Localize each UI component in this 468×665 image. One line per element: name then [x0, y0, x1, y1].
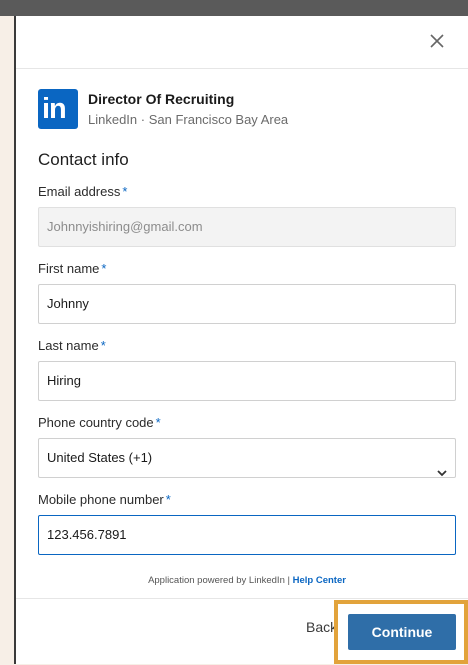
section-title: Contact info	[38, 150, 129, 169]
modal-content: in Director Of Recruiting LinkedIn · San…	[16, 89, 468, 586]
browser-top-bar	[0, 0, 468, 16]
help-center-link[interactable]: Help Center	[293, 575, 346, 586]
required-marker: *	[122, 184, 128, 199]
job-title: Director Of Recruiting	[88, 91, 235, 107]
job-subtitle: LinkedIn · San Francisco Bay Area	[88, 112, 289, 127]
background-strip	[0, 16, 12, 664]
job-info: Director Of Recruiting LinkedIn · San Fr…	[88, 89, 288, 127]
phone-country-code-label: Phone country code *	[38, 415, 468, 431]
first-name-label: First name *	[38, 261, 468, 277]
modal-header	[16, 16, 468, 69]
mobile-phone-label-text: Mobile phone number	[38, 492, 164, 507]
apply-modal: in Director Of Recruiting LinkedIn · San…	[14, 16, 468, 664]
powered-by-text: Application powered by LinkedIn | Help C…	[38, 575, 456, 586]
back-button[interactable]: Back	[306, 619, 337, 635]
company-logo: in	[38, 89, 78, 129]
close-icon[interactable]	[428, 32, 446, 50]
powered-by-label: Application powered by LinkedIn |	[148, 575, 293, 586]
required-marker: *	[101, 261, 107, 276]
phone-country-code-label-text: Phone country code	[38, 415, 154, 430]
first-name-label-text: First name	[38, 261, 100, 276]
first-name-field[interactable]: Johnny	[38, 284, 456, 324]
last-name-label: Last name *	[38, 338, 468, 354]
email-field[interactable]: Johnnyishiring@gmail.com	[38, 207, 456, 247]
chevron-down-icon	[437, 454, 447, 492]
continue-button[interactable]: Continue	[348, 614, 456, 650]
phone-country-code-value: United States (+1)	[47, 450, 153, 465]
required-marker: *	[100, 338, 106, 353]
required-marker: *	[155, 415, 161, 430]
mobile-phone-field[interactable]: 123.456.7891	[38, 515, 456, 555]
email-label-text: Email address	[38, 184, 121, 199]
mobile-phone-label: Mobile phone number *	[38, 492, 468, 508]
last-name-label-text: Last name	[38, 338, 99, 353]
required-marker: *	[165, 492, 171, 507]
last-name-field[interactable]: Hiring	[38, 361, 456, 401]
phone-country-code-select[interactable]: United States (+1)	[38, 438, 456, 478]
email-label: Email address *	[38, 184, 468, 200]
job-header: in Director Of Recruiting LinkedIn · San…	[38, 89, 468, 129]
